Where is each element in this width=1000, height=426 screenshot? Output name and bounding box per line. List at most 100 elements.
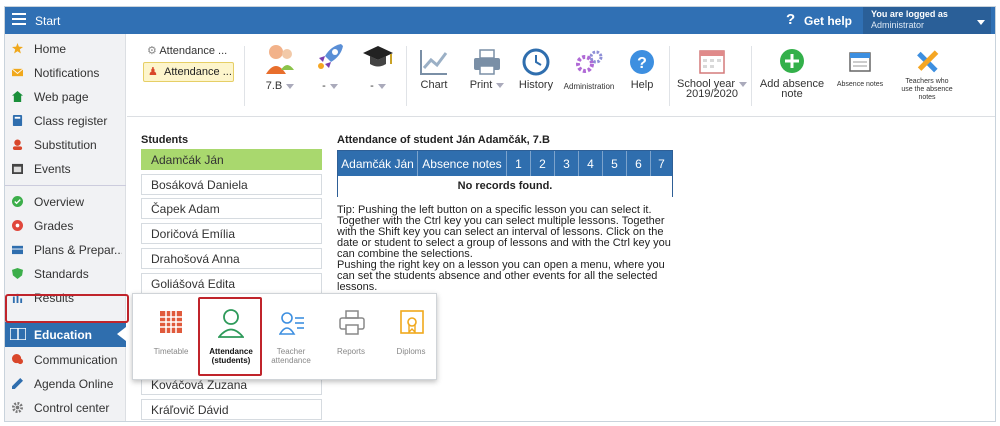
column-header-lesson[interactable]: 2 [531, 151, 555, 176]
calendar-icon [699, 50, 725, 74]
sidebar-item-class-register[interactable]: Class register [5, 110, 126, 132]
menu-item-label: Teacher [276, 347, 306, 356]
menu-item-timetable[interactable]: Timetable [141, 294, 201, 379]
sidebar-item-education[interactable]: Education [5, 322, 126, 347]
sidebar-item-agenda-online[interactable]: Agenda Online [5, 373, 126, 395]
sidebar-item-web-page[interactable]: Web page [5, 86, 126, 108]
view-toggle-attendance-1[interactable]: ⚙ Attendance ... [147, 44, 227, 57]
teachers-label-3: notes [918, 94, 936, 101]
column-header-lesson[interactable]: 7 [651, 151, 672, 176]
sidebar-item-label: Grades [34, 219, 74, 233]
filter-2[interactable]: - [307, 40, 353, 92]
sidebar: Home Notifications Web page Class regist… [5, 34, 126, 421]
student-row[interactable]: Goliášová Edita [141, 273, 322, 294]
education-highlight [5, 294, 129, 323]
student-row[interactable]: Adamčák Ján [141, 149, 322, 170]
filter-3[interactable]: - [355, 40, 401, 92]
app-title[interactable]: Start [35, 14, 60, 28]
student-row[interactable]: Doričová Emília [141, 223, 322, 244]
printer-icon [474, 49, 500, 75]
pencil-icon [12, 378, 23, 389]
app-window: Start ? Get help You are logged as Admin… [4, 6, 996, 422]
tip-paragraph-2: Pushing the right key on a lesson you ca… [337, 259, 665, 293]
line-chart-icon [420, 50, 448, 75]
student-row[interactable]: Kráľovič Dávid [141, 399, 322, 420]
school-year-value: 2019/2020 [686, 88, 738, 100]
class-filter[interactable]: 7.B [257, 40, 303, 92]
column-header-lesson[interactable]: 5 [603, 151, 627, 176]
student-row[interactable]: Čapek Adam [141, 198, 322, 219]
sidebar-item-standards[interactable]: Standards [5, 263, 126, 285]
sidebar-item-substitution[interactable]: Substitution [5, 134, 126, 156]
menu-item-label: Reports [336, 347, 365, 356]
column-header-lesson[interactable]: 6 [627, 151, 651, 176]
column-header-student[interactable]: Adamčák Ján [338, 151, 418, 176]
sidebar-item-notifications[interactable]: Notifications [5, 62, 126, 84]
print-button[interactable]: Print [461, 48, 513, 91]
column-header-lesson[interactable]: 3 [555, 151, 579, 176]
calendar-icon [12, 163, 23, 174]
toolbar: ⚙ Attendance ... ♟ Attendance ... 7.B - … [127, 34, 995, 117]
sidebar-item-control-center[interactable]: Control center [5, 397, 126, 419]
sidebar-item-label: Overview [34, 195, 85, 209]
sidebar-item-events[interactable]: Events [5, 158, 126, 180]
sidebar-item-label: Class register [34, 114, 108, 128]
add-circle-icon [780, 49, 804, 73]
teachers-absence-notes-button[interactable]: Teachers who use the absence notes [891, 48, 963, 102]
top-bar: Start ? Get help You are logged as Admin… [5, 7, 995, 34]
menu-item-reports[interactable]: Reports [321, 294, 381, 379]
student-row[interactable]: Bosáková Daniela [141, 174, 322, 195]
help-button[interactable]: ? Help [623, 48, 661, 91]
students-heading: Students [141, 134, 189, 146]
filter-value: - [370, 80, 374, 92]
add-absence-label-2: note [781, 88, 803, 100]
get-help-link[interactable]: Get help [804, 14, 852, 28]
star-icon [12, 43, 23, 54]
menu-item-label: Diploms [396, 347, 426, 356]
chevron-down-icon [329, 83, 338, 89]
column-header-lesson[interactable]: 4 [579, 151, 603, 176]
add-absence-note-button[interactable]: Add absence note [757, 48, 827, 100]
chevron-down-icon [496, 82, 505, 88]
timetable-icon [160, 311, 182, 333]
history-button[interactable]: History [514, 48, 558, 91]
svg-text:?: ? [637, 55, 647, 72]
gears-icon [576, 50, 603, 73]
toolbar-divider [244, 46, 245, 106]
attendance-table-header: Adamčák Ján Absence notes 1 2 3 4 5 6 7 [338, 151, 672, 176]
chevron-down-icon [377, 83, 386, 89]
person-icon [12, 139, 23, 150]
toggle-label: Attendance ... [164, 66, 232, 78]
menu-item-teacher-attendance[interactable]: Teacher attendance [261, 294, 321, 379]
hamburger-menu-icon[interactable] [12, 13, 26, 25]
submenu-arrow-icon [117, 327, 126, 341]
print-label: Print [469, 79, 493, 91]
chart-button[interactable]: Chart [414, 48, 454, 91]
column-header-absence-notes[interactable]: Absence notes [418, 151, 507, 176]
sidebar-item-label: Control center [34, 401, 110, 415]
sidebar-item-label: Notifications [34, 66, 100, 80]
sidebar-item-label: Communication [34, 353, 118, 367]
cog-small-icon: ⚙ [147, 45, 160, 57]
view-toggle-attendance-2[interactable]: ♟ Attendance ... [143, 62, 234, 82]
history-label: History [518, 79, 554, 91]
administration-button[interactable]: Administration [561, 48, 617, 91]
class-value: 7.B [265, 80, 283, 92]
user-menu[interactable]: You are logged as Administrator [863, 7, 991, 34]
pencil-ruler-icon [917, 50, 939, 73]
sidebar-item-communication[interactable]: Communication [5, 349, 126, 371]
home-icon [12, 91, 23, 102]
absence-notes-button[interactable]: Absence notes [829, 48, 891, 88]
menu-item-diploms[interactable]: Diploms [381, 294, 441, 379]
sidebar-item-home[interactable]: Home [5, 38, 126, 60]
sidebar-item-grades[interactable]: Grades [5, 215, 126, 237]
help-question-icon[interactable]: ? [786, 11, 795, 28]
sidebar-item-plans[interactable]: Plans & Prepar... [5, 239, 126, 261]
student-row[interactable]: Drahošová Anna [141, 248, 322, 269]
attendance-students-highlight [198, 297, 262, 376]
user-menu-caret-icon [977, 20, 985, 25]
school-year-selector[interactable]: School year 2019/2020 [677, 48, 748, 100]
column-header-lesson[interactable]: 1 [507, 151, 531, 176]
sidebar-item-overview[interactable]: Overview [5, 191, 126, 213]
sidebar-item-label: Standards [34, 267, 89, 281]
